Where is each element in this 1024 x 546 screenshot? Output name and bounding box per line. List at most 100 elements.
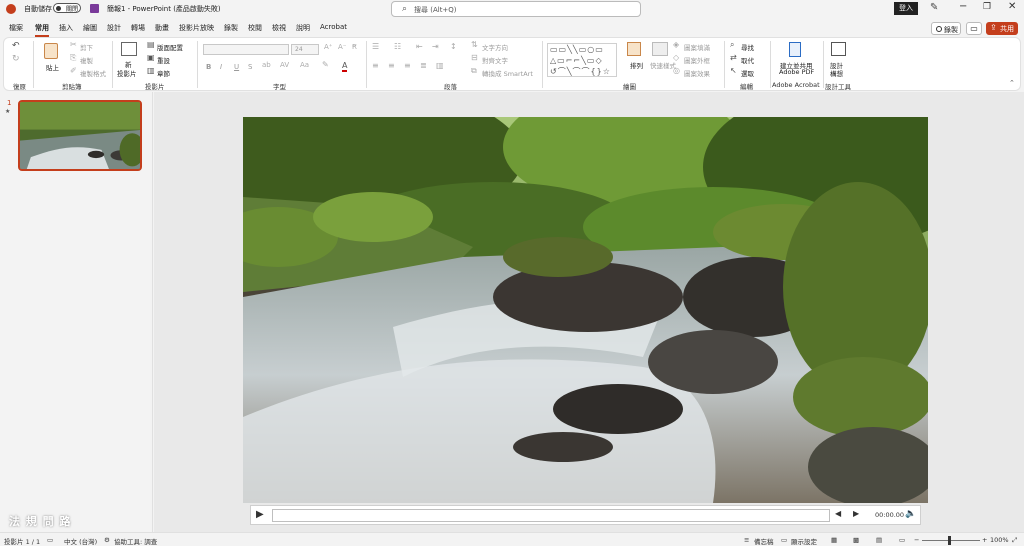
font-family-select[interactable] (203, 44, 289, 55)
tab-animations[interactable]: 動畫 (155, 23, 169, 33)
slide-sorter-icon[interactable]: ▩ (853, 536, 859, 544)
decrease-indent-icon[interactable]: ⇤ (416, 43, 423, 51)
language[interactable]: 中文 (台灣) (64, 536, 97, 546)
designer-icon[interactable] (831, 42, 846, 56)
tab-review[interactable]: 校閱 (248, 23, 262, 33)
quick-styles-icon[interactable] (652, 42, 668, 56)
select-icon[interactable]: ↖ (730, 67, 737, 75)
font-size-select[interactable]: 24 (291, 44, 319, 55)
highlight-icon[interactable]: ✎ (322, 61, 329, 69)
grow-font-icon[interactable]: A⁺ (324, 44, 332, 51)
reset-button[interactable]: 重設 (157, 55, 170, 65)
accessibility-status[interactable]: 協助工具: 調查 (114, 536, 157, 546)
stream-video[interactable] (243, 117, 928, 503)
record-button[interactable]: 錄製 (931, 22, 961, 35)
text-direction-icon[interactable]: ⇅ (471, 41, 478, 49)
share-button[interactable]: ⇪ 共用 (986, 22, 1018, 35)
select-button[interactable]: 選取 (741, 68, 754, 78)
new-slide-button[interactable]: 投影片 (117, 68, 137, 78)
align-left-icon[interactable]: ≡ (372, 62, 379, 70)
text-direction-button[interactable]: 文字方向 (482, 42, 508, 52)
normal-view-icon[interactable]: ▦ (831, 536, 837, 544)
tab-home[interactable]: 常用 (35, 23, 49, 37)
font-color-icon[interactable]: A (342, 62, 348, 72)
shape-fill-button[interactable]: 圖案填滿 (684, 42, 710, 52)
align-right-icon[interactable]: ≡ (404, 62, 411, 70)
shape-effects-button[interactable]: 圖案效果 (684, 68, 710, 78)
tab-file[interactable]: 檔案 (9, 23, 23, 33)
find-button[interactable]: 尋找 (741, 42, 754, 52)
tab-slideshow[interactable]: 投影片放映 (179, 23, 214, 33)
numbering-icon[interactable]: ☷ (394, 43, 401, 51)
tab-transitions[interactable]: 轉場 (131, 23, 145, 33)
collapse-ribbon-icon[interactable]: ⌃ (1009, 80, 1015, 87)
increase-indent-icon[interactable]: ⇥ (432, 43, 439, 51)
tab-design[interactable]: 設計 (107, 23, 121, 33)
zoom-slider-thumb[interactable] (948, 536, 951, 545)
shapes-gallery[interactable]: ▭▭╲╲▭○▭ △▭⌐⌐╲▭◇ ↺⌒╲⌒⌒{}☆ (547, 43, 617, 77)
paste-button[interactable]: 貼上 (46, 62, 59, 72)
minimize-icon[interactable]: − (959, 1, 967, 12)
replace-icon[interactable]: ⇄ (730, 54, 737, 62)
designer-line2[interactable]: 構想 (830, 68, 843, 78)
tab-insert[interactable]: 插入 (59, 23, 73, 33)
change-case-icon[interactable]: Aa (300, 62, 309, 69)
clear-format-icon[interactable]: Ꞧ (352, 44, 357, 51)
volume-icon[interactable]: 🔈 (905, 509, 916, 519)
shape-outline-button[interactable]: 圖案外框 (684, 55, 710, 65)
reading-view-icon[interactable]: ▤ (876, 536, 882, 544)
new-slide-icon[interactable] (121, 42, 137, 56)
copy-icon[interactable]: ⎘ (70, 54, 76, 62)
format-painter-icon[interactable]: ✐ (70, 67, 77, 75)
display-settings-button[interactable]: 顯示設定 (791, 536, 817, 546)
justify-icon[interactable]: ≣ (420, 62, 427, 70)
section-icon[interactable]: ▥ (147, 67, 155, 75)
tab-view[interactable]: 檢視 (272, 23, 286, 33)
tab-draw[interactable]: 繪圖 (83, 23, 97, 33)
format-painter-button[interactable]: 複製格式 (80, 68, 106, 78)
spelling-icon[interactable]: ▭ (47, 536, 53, 544)
copy-button[interactable]: 複製 (80, 55, 93, 65)
tab-record[interactable]: 錄製 (224, 23, 238, 33)
slide-canvas[interactable] (243, 117, 928, 503)
zoom-in-icon[interactable]: + (982, 536, 987, 544)
reset-icon[interactable]: ▣ (147, 54, 155, 62)
find-icon[interactable]: ⌕ (730, 41, 734, 49)
tab-help[interactable]: 說明 (296, 23, 310, 33)
create-pdf-line2[interactable]: Adobe PDF (779, 68, 814, 76)
redo-icon[interactable]: ↻ (12, 55, 20, 64)
notes-button[interactable]: 備忘稿 (754, 536, 774, 546)
italic-button[interactable]: I (220, 63, 222, 71)
adobe-pdf-icon[interactable] (789, 42, 801, 57)
paste-icon[interactable] (44, 43, 58, 59)
fit-slide-icon[interactable]: ⤢ (1012, 536, 1017, 545)
arrange-icon[interactable] (627, 42, 641, 56)
smartart-button[interactable]: 轉換成 SmartArt (482, 68, 533, 78)
pen-icon[interactable]: ✎ (930, 2, 938, 13)
columns-icon[interactable]: ▥ (436, 62, 444, 70)
tab-acrobat[interactable]: Acrobat (320, 23, 347, 31)
align-center-icon[interactable]: ≡ (388, 62, 395, 70)
zoom-slider[interactable] (922, 540, 980, 541)
media-timeline[interactable] (272, 509, 830, 522)
char-spacing-icon[interactable]: AV (280, 62, 289, 69)
layout-button[interactable]: 版面配置 (157, 42, 183, 52)
step-back-icon[interactable]: ◀ (835, 509, 841, 518)
shape-outline-icon[interactable]: ◇ (673, 54, 679, 62)
close-icon[interactable]: ✕ (1008, 1, 1016, 12)
replace-button[interactable]: 取代 (741, 55, 754, 65)
line-spacing-icon[interactable]: ↕ (450, 43, 457, 51)
shape-fill-icon[interactable]: ◈ (673, 41, 679, 49)
comments-icon[interactable]: ▭ (966, 22, 982, 35)
align-text-button[interactable]: 對齊文字 (482, 55, 508, 65)
play-icon[interactable]: ▶ (256, 509, 264, 520)
bold-button[interactable]: B (206, 63, 211, 71)
signin-button[interactable]: 登入 (894, 2, 918, 15)
zoom-level[interactable]: 100% (990, 536, 1009, 544)
bullets-icon[interactable]: ☰ (372, 43, 379, 51)
search-box[interactable]: ⌕ 搜尋 (Alt+Q) (391, 1, 641, 17)
section-button[interactable]: 章節 (157, 68, 170, 78)
shrink-font-icon[interactable]: A⁻ (338, 44, 346, 51)
align-text-icon[interactable]: ⊟ (471, 54, 478, 62)
underline-button[interactable]: U (234, 63, 239, 71)
